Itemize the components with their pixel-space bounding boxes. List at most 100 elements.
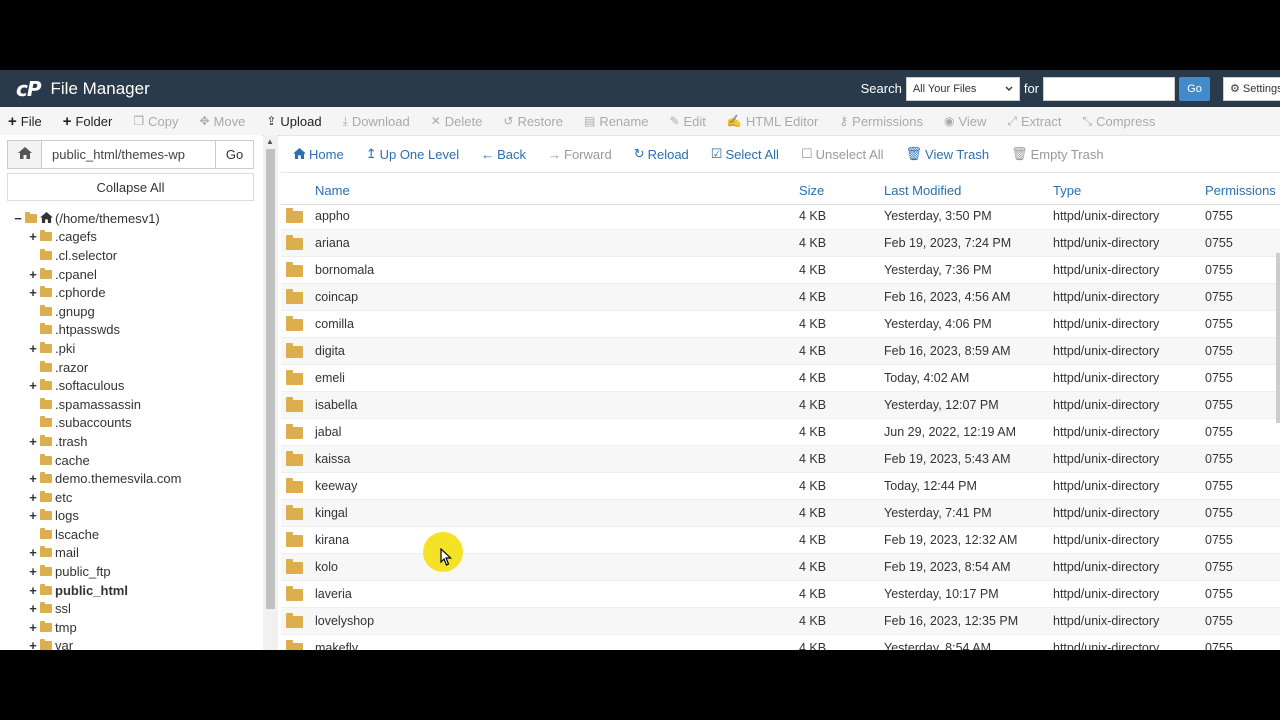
tree-item[interactable]: + .cagefs xyxy=(0,228,262,247)
table-row[interactable]: ariana 4 KB Feb 19, 2023, 7:24 PM httpd/uni… xyxy=(281,230,1280,257)
settings-button[interactable]: ⚙ Settings xyxy=(1223,76,1280,101)
table-row[interactable]: keeway 4 KB Today, 12:44 PM httpd/unix-dire… xyxy=(281,473,1280,500)
tree-item[interactable]: .cl.selector xyxy=(0,246,262,265)
expand-icon[interactable]: + xyxy=(28,620,38,635)
new-folder-button[interactable]: + Folder xyxy=(63,113,113,130)
expand-icon[interactable]: + xyxy=(28,638,38,650)
column-permissions-header[interactable]: Permissions xyxy=(1205,183,1276,198)
tree-item[interactable]: .htpasswds xyxy=(0,321,262,340)
home-nav-button[interactable]: Home xyxy=(293,147,344,162)
tree-item[interactable]: .gnupg xyxy=(0,302,262,321)
tree-item[interactable]: .razor xyxy=(0,358,262,377)
expand-icon[interactable]: + xyxy=(28,471,38,486)
table-row[interactable]: bornomala 4 KB Yesterday, 7:36 PM httpd/uni… xyxy=(281,257,1280,284)
tree-item[interactable]: + var xyxy=(0,637,262,650)
expand-icon[interactable]: + xyxy=(28,341,38,356)
edit-button[interactable]: ✎ Edit xyxy=(669,114,705,129)
tree-scrollbar[interactable]: ▲ xyxy=(263,135,278,650)
table-row[interactable]: appho 4 KB Yesterday, 3:50 PM httpd/unix-di… xyxy=(281,203,1280,230)
empty-trash-button[interactable]: 🗑 Empty Trash xyxy=(1011,146,1103,162)
tree-item[interactable]: .spamassassin xyxy=(0,395,262,414)
tree-item[interactable]: + mail xyxy=(0,544,262,563)
back-button[interactable]: ← Back xyxy=(481,147,526,162)
tree-item[interactable]: + .pki xyxy=(0,339,262,358)
new-file-button[interactable]: + File xyxy=(8,113,42,130)
tree-item[interactable]: .subaccounts xyxy=(0,414,262,433)
path-input[interactable]: public_html/themes-wp xyxy=(42,141,215,168)
folder-icon xyxy=(40,397,52,409)
expand-icon[interactable]: + xyxy=(28,434,38,449)
file-list-scrollbar[interactable] xyxy=(1276,253,1280,423)
view-button[interactable]: ◉ View xyxy=(944,114,986,129)
expand-icon[interactable]: + xyxy=(28,285,38,300)
expand-icon[interactable]: + xyxy=(28,267,38,282)
path-go-button[interactable]: Go xyxy=(215,141,253,168)
tree-item[interactable]: + demo.themesvila.com xyxy=(0,469,262,488)
html-editor-button[interactable]: ✍ HTML Editor xyxy=(727,114,818,129)
tree-item[interactable]: cache xyxy=(0,451,262,470)
cpanel-logo[interactable]: cP File Manager xyxy=(16,77,150,101)
column-modified-header[interactable]: Last Modified xyxy=(884,183,961,198)
expand-icon[interactable]: + xyxy=(28,564,38,579)
tree-item[interactable]: + ssl xyxy=(0,599,262,618)
reload-button[interactable]: ↻ Reload xyxy=(634,146,689,162)
extract-button[interactable]: ⤢ Extract xyxy=(1007,114,1061,129)
tree-item[interactable]: + .cphorde xyxy=(0,283,262,302)
expand-icon[interactable]: + xyxy=(28,583,38,598)
tree-item[interactable]: + public_html xyxy=(0,581,262,600)
scroll-up-icon[interactable]: ▲ xyxy=(266,137,274,146)
tree-item[interactable]: + tmp xyxy=(0,618,262,637)
table-row[interactable]: kingal 4 KB Yesterday, 7:41 PM httpd/unix-d… xyxy=(281,500,1280,527)
scrollbar-thumb[interactable] xyxy=(266,149,275,609)
tree-item[interactable]: + etc xyxy=(0,488,262,507)
table-row[interactable]: lovelyshop 4 KB Feb 16, 2023, 12:35 PM http… xyxy=(281,608,1280,635)
table-row[interactable]: kaissa 4 KB Feb 19, 2023, 5:43 AM httpd/uni… xyxy=(281,446,1280,473)
table-row[interactable]: emeli 4 KB Today, 4:02 AM httpd/unix-direct… xyxy=(281,365,1280,392)
up-one-level-button[interactable]: ↥ Up One Level xyxy=(366,146,459,162)
search-go-button[interactable]: Go xyxy=(1179,76,1210,101)
new-file-label: File xyxy=(20,113,42,129)
search-input[interactable] xyxy=(1043,76,1175,101)
home-button[interactable] xyxy=(8,141,42,168)
table-row[interactable]: digita 4 KB Feb 16, 2023, 8:59 AM httpd/uni… xyxy=(281,338,1280,365)
view-trash-button[interactable]: 🗑 View Trash xyxy=(906,146,990,162)
tree-item[interactable]: + .trash xyxy=(0,432,262,451)
expand-icon[interactable]: + xyxy=(28,490,38,505)
tree-item[interactable]: + logs xyxy=(0,507,262,526)
select-all-button[interactable]: ☑ Select All xyxy=(711,146,779,162)
copy-button[interactable]: ❐ Copy xyxy=(133,114,178,129)
expand-icon[interactable]: + xyxy=(28,378,38,393)
expand-icon[interactable]: + xyxy=(28,601,38,616)
permissions-button[interactable]: ⚷ Permissions xyxy=(839,114,923,129)
compress-button[interactable]: ⤡ Compress xyxy=(1082,114,1155,129)
tree-item[interactable]: lscache xyxy=(0,525,262,544)
column-size-header[interactable]: Size xyxy=(799,183,824,198)
table-row[interactable]: coincap 4 KB Feb 16, 2023, 4:56 AM httpd/un… xyxy=(281,284,1280,311)
collapse-all-button[interactable]: Collapse All xyxy=(7,173,254,201)
table-row[interactable]: jabal 4 KB Jun 29, 2022, 12:19 AM httpd/uni… xyxy=(281,419,1280,446)
table-row[interactable]: isabella 4 KB Yesterday, 12:07 PM httpd/uni… xyxy=(281,392,1280,419)
table-row[interactable]: comilla 4 KB Yesterday, 4:06 PM httpd/unix-… xyxy=(281,311,1280,338)
expand-icon[interactable]: + xyxy=(28,229,38,244)
download-button[interactable]: ⤓ Download xyxy=(343,114,410,129)
tree-item[interactable]: + .softaculous xyxy=(0,376,262,395)
delete-button[interactable]: ✕ Delete xyxy=(431,114,483,129)
expand-icon[interactable]: + xyxy=(28,545,38,560)
restore-button[interactable]: ↺ Restore xyxy=(503,114,563,129)
folder-icon xyxy=(40,323,52,335)
collapse-icon[interactable]: − xyxy=(13,211,23,226)
tree-root[interactable]: − (/home/themesv1) xyxy=(0,209,262,228)
tree-item[interactable]: + .cpanel xyxy=(0,265,262,284)
upload-button[interactable]: ⇪ Upload xyxy=(266,114,321,129)
column-type-header[interactable]: Type xyxy=(1053,183,1081,198)
tree-item[interactable]: + public_ftp xyxy=(0,562,262,581)
rename-button[interactable]: ▤ Rename xyxy=(584,114,648,129)
move-button[interactable]: ✥ Move xyxy=(199,114,245,129)
forward-button[interactable]: → Forward xyxy=(548,147,612,162)
column-name-header[interactable]: Name xyxy=(315,183,350,198)
table-row[interactable]: makefly 4 KB Yesterday, 8:54 AM httpd/unix-… xyxy=(281,635,1280,650)
expand-icon[interactable]: + xyxy=(28,508,38,523)
table-row[interactable]: laveria 4 KB Yesterday, 10:17 PM httpd/unix… xyxy=(281,581,1280,608)
unselect-all-button[interactable]: ☐ Unselect All xyxy=(801,146,884,162)
search-scope-select[interactable]: All Your Files xyxy=(905,76,1020,101)
